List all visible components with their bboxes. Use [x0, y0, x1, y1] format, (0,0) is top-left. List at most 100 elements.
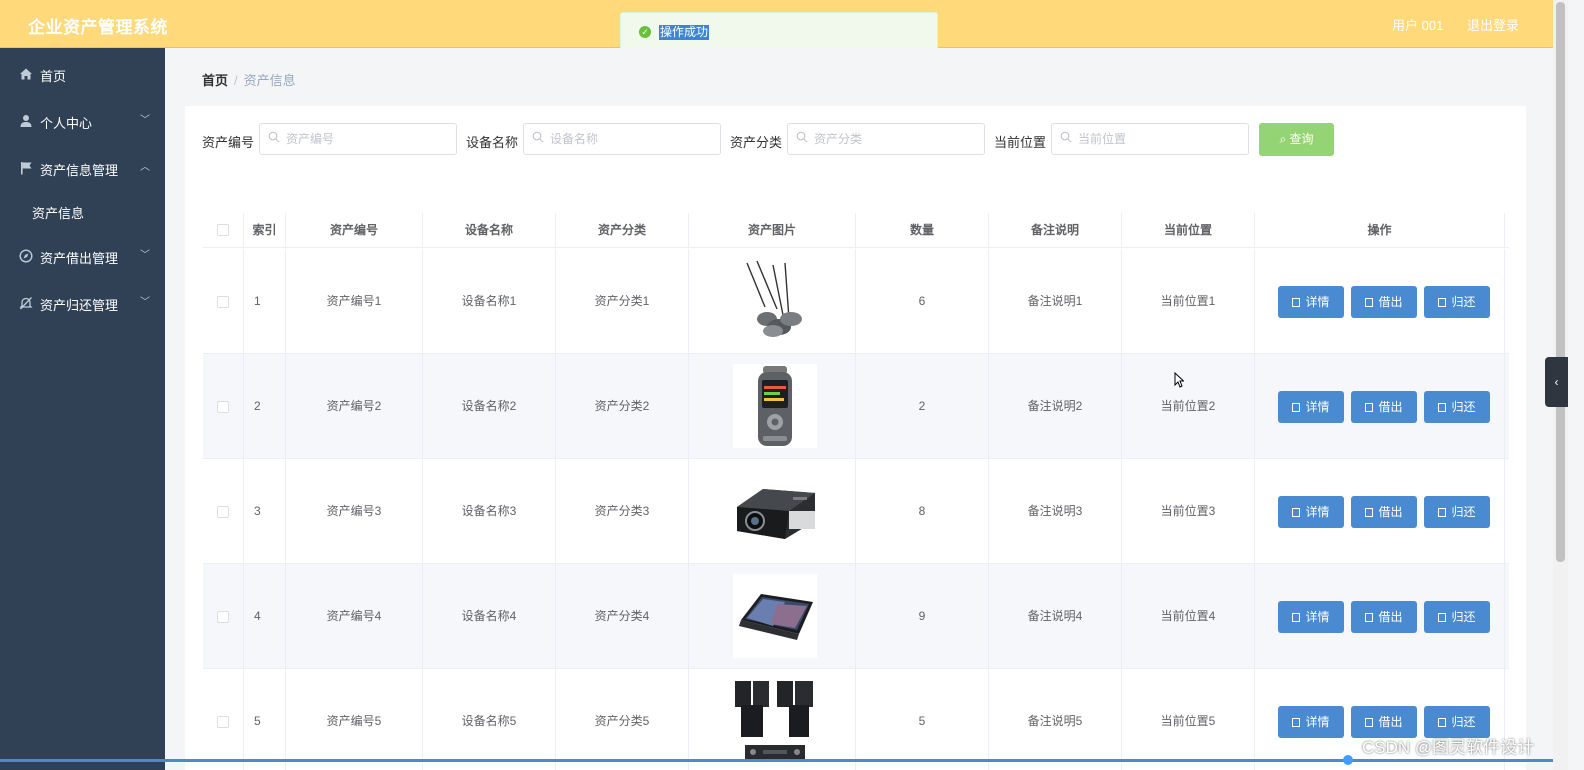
detail-button[interactable]: 详情 [1278, 391, 1344, 423]
return-button[interactable]: 归还 [1424, 286, 1490, 318]
row-checkbox[interactable] [217, 716, 229, 728]
device-name-search[interactable] [523, 123, 721, 155]
column-header: 数量 [856, 213, 989, 248]
table-row: 1 资产编号1 设备名称1 资产分类1 6 备注说明1 当前位置1 详情 借出 … [203, 249, 1509, 354]
cell-index: 5 [244, 669, 286, 770]
cell-category: 资产分类3 [556, 459, 689, 564]
borrow-button[interactable]: 借出 [1351, 601, 1417, 633]
cell-device-name: 设备名称2 [423, 354, 556, 459]
sidebar-item-personal-center[interactable]: 个人中心 ﹀ [0, 97, 165, 144]
bottom-progress-knob[interactable] [1343, 755, 1353, 765]
column-header: 当前位置 [1122, 213, 1255, 248]
cell-note: 备注说明1 [989, 249, 1122, 354]
sidebar-item-asset-borrow-management[interactable]: 资产借出管理 ﹀ [0, 232, 165, 279]
app-title: 企业资产管理系统 [28, 18, 168, 37]
detail-label: 详情 [1305, 715, 1330, 729]
row-checkbox[interactable] [217, 506, 229, 518]
cell-index: 4 [244, 564, 286, 669]
cell-asset-code: 资产编号2 [286, 354, 423, 459]
return-label: 归还 [1451, 610, 1476, 624]
cell-category: 资产分类1 [556, 249, 689, 354]
row-select-cell [203, 249, 244, 354]
detail-label: 详情 [1305, 505, 1330, 519]
sidebar-item-home[interactable]: 首页 [0, 50, 165, 97]
search-label-current-location: 当前位置 [994, 135, 1047, 150]
document-icon [1438, 298, 1447, 307]
cell-location: 当前位置4 [1122, 564, 1255, 669]
cell-device-name: 设备名称4 [423, 564, 556, 669]
asset-image-touch-screen-terminal[interactable] [733, 574, 817, 658]
detail-label: 详情 [1305, 400, 1330, 414]
borrow-button[interactable]: 借出 [1351, 496, 1417, 528]
row-select-cell [203, 354, 244, 459]
search-label-device-name: 设备名称 [466, 135, 519, 150]
row-checkbox[interactable] [217, 401, 229, 413]
scrollbar-thumb[interactable] [1556, 2, 1565, 562]
cell-quantity: 5 [856, 669, 989, 770]
cell-note: 备注说明5 [989, 669, 1122, 770]
sidebar-item-asset-info-management[interactable]: 资产信息管理 ︿ [0, 144, 165, 191]
flag-icon [21, 162, 32, 175]
logout-link[interactable]: 退出登录 [1467, 15, 1519, 34]
row-select-cell [203, 459, 244, 564]
query-button[interactable]: ⌕ 查询 [1259, 123, 1334, 156]
borrow-button[interactable]: 借出 [1351, 286, 1417, 318]
detail-button[interactable]: 详情 [1278, 496, 1344, 528]
content-panel: 资产编号 设备名称 资产分类 当前位置 ⌕ 查询 [185, 106, 1526, 770]
column-header: 资产分类 [556, 213, 689, 248]
borrow-label: 借出 [1378, 715, 1403, 729]
asset-category-search[interactable] [787, 123, 985, 155]
select-all-checkbox[interactable] [217, 224, 229, 236]
document-icon [1438, 508, 1447, 517]
current-user[interactable]: 用户 001 [1392, 15, 1443, 34]
current-location-input[interactable] [1078, 129, 1238, 149]
search-icon [268, 131, 280, 143]
cell-quantity: 6 [856, 249, 989, 354]
asset-code-input[interactable] [286, 129, 446, 149]
borrow-label: 借出 [1378, 400, 1403, 414]
borrow-button[interactable]: 借出 [1351, 391, 1417, 423]
table-header: 索引 资产编号 设备名称 资产分类 资产图片 数量 备注说明 当前位置 操作 [203, 213, 1509, 248]
detail-label: 详情 [1305, 610, 1330, 624]
detail-button[interactable]: 详情 [1278, 286, 1344, 318]
search-icon [796, 131, 808, 143]
bell-off-icon [19, 297, 33, 310]
asset-image-conference-microphones[interactable] [733, 259, 817, 343]
row-checkbox[interactable] [217, 611, 229, 623]
asset-image-speakers-amplifier[interactable] [733, 679, 817, 763]
document-icon [1438, 403, 1447, 412]
breadcrumb-home[interactable]: 首页 [202, 73, 228, 88]
cell-note: 备注说明3 [989, 459, 1122, 564]
current-location-search[interactable] [1051, 123, 1249, 155]
detail-button[interactable]: 详情 [1278, 601, 1344, 633]
asset-image-projector[interactable] [733, 469, 817, 553]
borrow-label: 借出 [1378, 610, 1403, 624]
cell-location: 当前位置1 [1122, 249, 1255, 354]
return-button[interactable]: 归还 [1424, 391, 1490, 423]
cell-device-name: 设备名称1 [423, 249, 556, 354]
search-icon [1060, 131, 1072, 143]
detail-button[interactable]: 详情 [1278, 706, 1344, 738]
row-checkbox[interactable] [217, 296, 229, 308]
return-button[interactable]: 归还 [1424, 496, 1490, 528]
return-label: 归还 [1451, 295, 1476, 309]
cell-index: 2 [244, 354, 286, 459]
collapse-panel-tab[interactable]: ‹ [1545, 357, 1568, 407]
document-icon [1292, 718, 1301, 727]
return-button[interactable]: 归还 [1424, 601, 1490, 633]
asset-code-search[interactable] [259, 123, 457, 155]
asset-category-input[interactable] [814, 129, 974, 149]
watermark: CSDN @图灵软件设计 [1362, 738, 1535, 757]
cell-device-name: 设备名称3 [423, 459, 556, 564]
sidebar-subitem-asset-info[interactable]: 资产信息 [0, 190, 165, 230]
asset-image-voice-recorder[interactable] [733, 364, 817, 448]
document-icon [1292, 613, 1301, 622]
chevron-down-icon: ﹀ [140, 250, 150, 261]
sidebar-subitem-label: 资产信息 [32, 206, 85, 221]
device-name-input[interactable] [550, 129, 710, 149]
sidebar-item-label: 首页 [40, 69, 67, 84]
return-label: 归还 [1451, 400, 1476, 414]
check-circle-icon: ✓ [639, 26, 651, 38]
document-icon [1438, 613, 1447, 622]
sidebar-item-asset-return-management[interactable]: 资产归还管理 ﹀ [0, 279, 165, 326]
